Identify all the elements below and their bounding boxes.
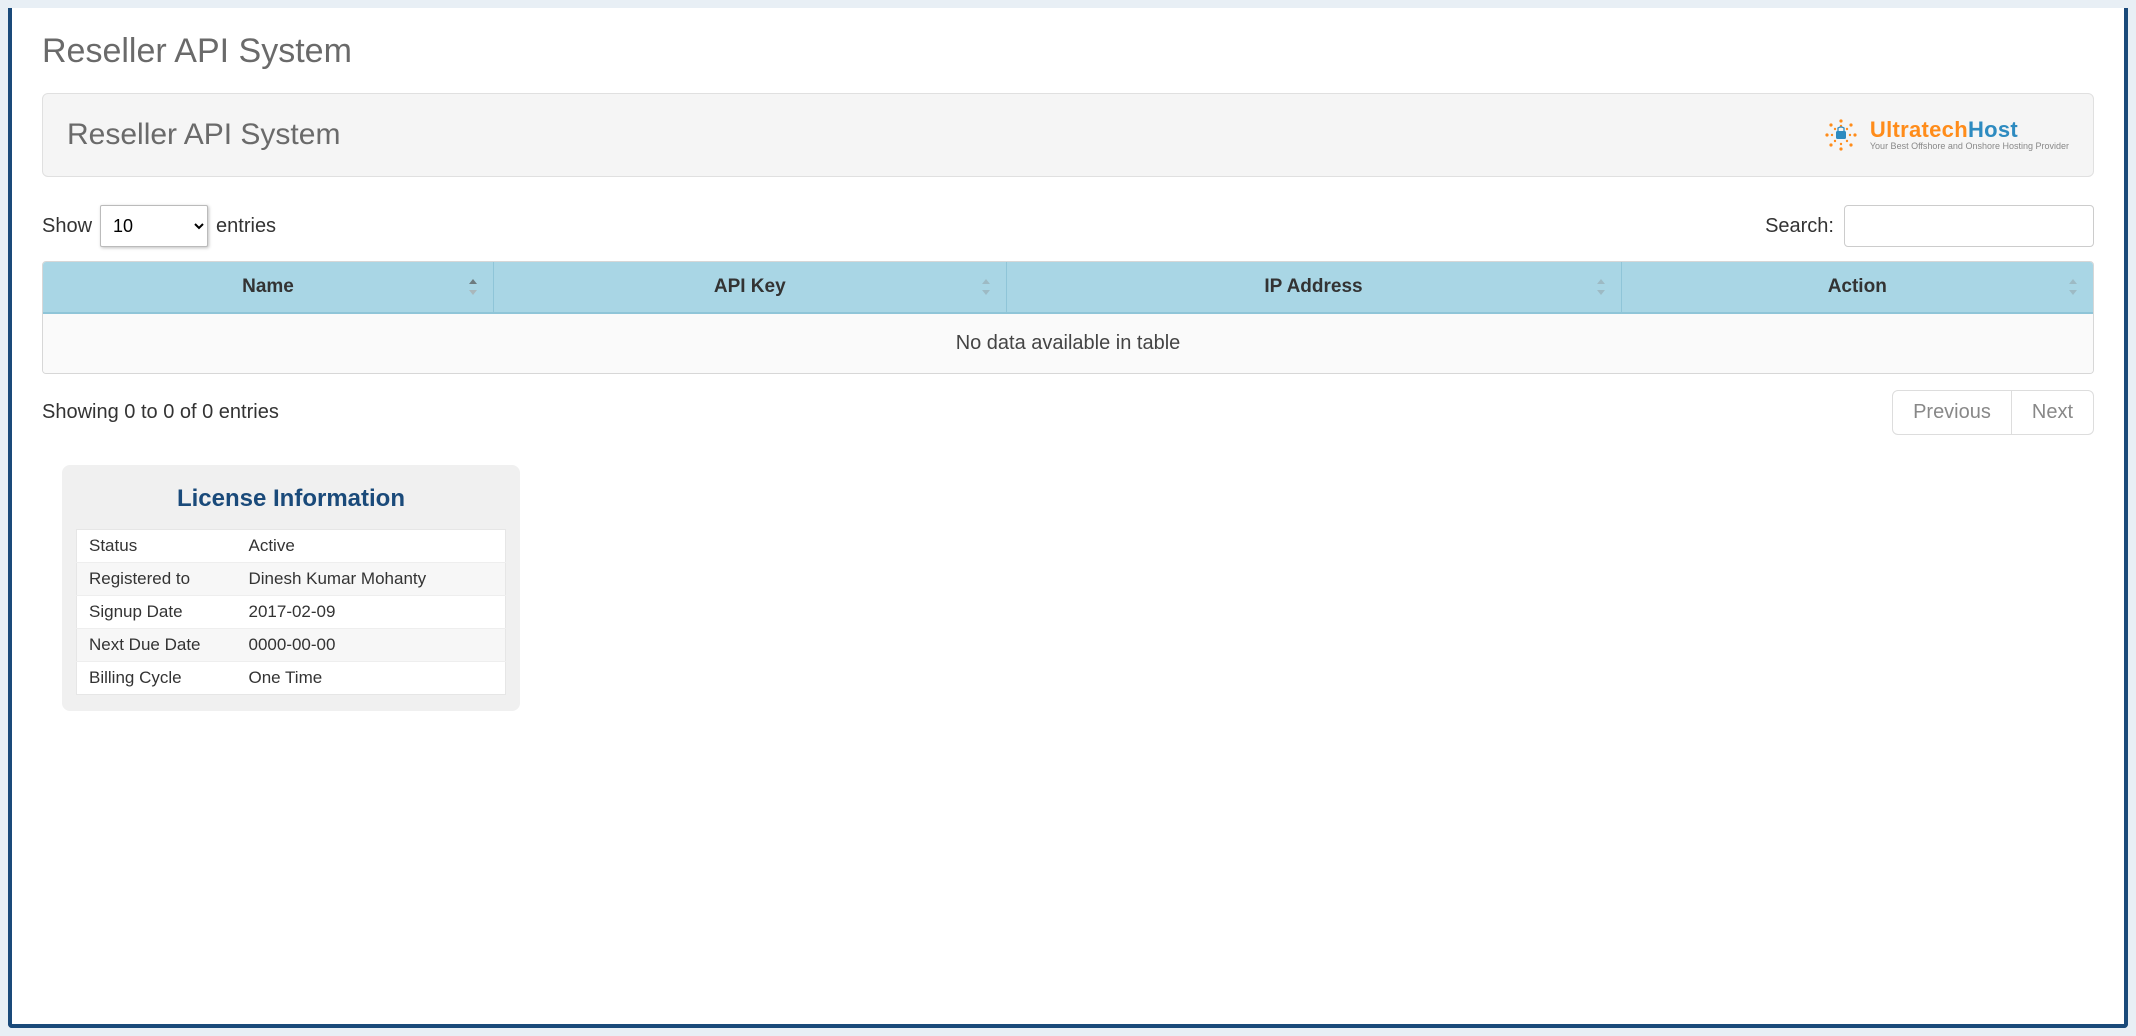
brand-name-2: Host	[1968, 117, 2018, 142]
billing-label: Billing Cycle	[77, 662, 237, 695]
status-label: Status	[77, 530, 237, 563]
length-select[interactable]: 10	[100, 205, 208, 247]
search-input[interactable]	[1844, 205, 2094, 247]
pagination: Previous Next	[1892, 390, 2094, 435]
table-footer: Showing 0 to 0 of 0 entries Previous Nex…	[42, 390, 2094, 435]
table-empty-row: No data available in table	[43, 314, 2093, 373]
length-control: Show 10 entries	[42, 205, 276, 247]
table-row: Signup Date 2017-02-09	[77, 596, 506, 629]
panel-header: Reseller API System	[42, 93, 2094, 177]
search-control: Search:	[1765, 205, 2094, 247]
main-frame: Reseller API System Reseller API System	[8, 8, 2128, 1028]
col-name[interactable]: Name	[43, 262, 494, 314]
due-label: Next Due Date	[77, 629, 237, 662]
status-value: Active	[237, 530, 506, 563]
show-label: Show	[42, 215, 92, 238]
sort-asc-icon	[465, 276, 481, 298]
next-button[interactable]: Next	[2012, 390, 2094, 435]
table-controls: Show 10 entries Search:	[42, 205, 2094, 247]
entries-label: entries	[216, 215, 276, 238]
sort-icon	[2065, 276, 2081, 298]
billing-value: One Time	[237, 662, 506, 695]
col-ip-address[interactable]: IP Address	[1007, 262, 1622, 314]
signup-label: Signup Date	[77, 596, 237, 629]
table-header-row: Name API Key IP Address	[43, 262, 2093, 314]
sort-icon	[978, 276, 994, 298]
search-label: Search:	[1765, 215, 1834, 238]
license-title: License Information	[76, 485, 506, 513]
license-table: Status Active Registered to Dinesh Kumar…	[76, 529, 506, 695]
table-row: Registered to Dinesh Kumar Mohanty	[77, 563, 506, 596]
sun-icon	[1820, 114, 1862, 156]
data-table: Name API Key IP Address	[42, 261, 2094, 374]
empty-text: No data available in table	[43, 314, 2093, 373]
brand-text: UltratechHost Your Best Offshore and Ons…	[1870, 118, 2069, 151]
signup-value: 2017-02-09	[237, 596, 506, 629]
col-api-key[interactable]: API Key	[494, 262, 1007, 314]
table-row: Status Active	[77, 530, 506, 563]
table-info: Showing 0 to 0 of 0 entries	[42, 401, 279, 424]
brand-name-1: Ultratech	[1870, 117, 1968, 142]
due-value: 0000-00-00	[237, 629, 506, 662]
registered-label: Registered to	[77, 563, 237, 596]
license-card: License Information Status Active Regist…	[62, 465, 520, 711]
panel-title: Reseller API System	[67, 118, 340, 152]
page-title: Reseller API System	[42, 32, 2094, 71]
brand-logo: UltratechHost Your Best Offshore and Ons…	[1820, 114, 2069, 156]
table-row: Billing Cycle One Time	[77, 662, 506, 695]
registered-value: Dinesh Kumar Mohanty	[237, 563, 506, 596]
previous-button[interactable]: Previous	[1892, 390, 2012, 435]
brand-tagline: Your Best Offshore and Onshore Hosting P…	[1870, 142, 2069, 151]
sort-icon	[1593, 276, 1609, 298]
col-action[interactable]: Action	[1622, 262, 2094, 314]
table-row: Next Due Date 0000-00-00	[77, 629, 506, 662]
